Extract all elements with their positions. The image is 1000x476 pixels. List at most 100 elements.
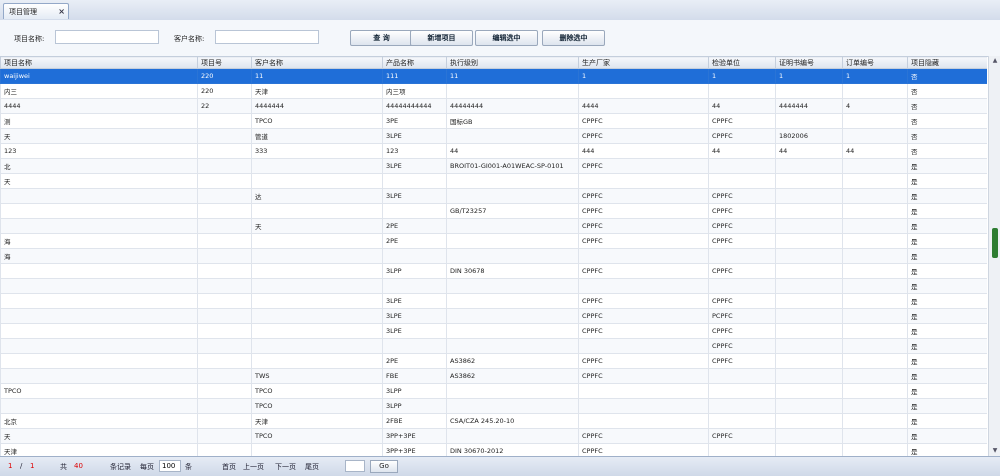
- table-cell: 是: [907, 263, 987, 279]
- table-cell: [842, 383, 908, 399]
- table-cell: [197, 383, 252, 399]
- table-cell: [197, 173, 252, 189]
- table-cell: [842, 323, 908, 339]
- column-header[interactable]: 订单编号: [842, 56, 908, 69]
- vertical-scrollbar[interactable]: ▲ ▼: [988, 56, 1000, 456]
- table-cell: [708, 413, 776, 429]
- table-cell: 2FBE: [382, 413, 447, 429]
- table-cell: [775, 368, 843, 384]
- table-cell: [775, 413, 843, 429]
- table-row[interactable]: CPPFC 是: [0, 338, 987, 354]
- add-project-button[interactable]: 新增项目: [410, 30, 473, 46]
- table-row[interactable]: 测 TPCO 3PE 国标GB CPPFC CPPFC 否: [0, 113, 987, 129]
- table-cell: [197, 368, 252, 384]
- column-header[interactable]: 证明书编号: [775, 56, 843, 69]
- column-header[interactable]: 项目名称: [0, 56, 198, 69]
- jump-page-input[interactable]: [345, 460, 365, 472]
- project-name-input[interactable]: [55, 30, 159, 44]
- table-cell: [775, 293, 843, 309]
- table-row[interactable]: TPCO TPCO 3LPP 是: [0, 383, 987, 399]
- table-cell: 4444: [0, 98, 198, 114]
- last-page-link[interactable]: 尾页: [305, 462, 319, 472]
- table-cell: [446, 308, 579, 324]
- table-row[interactable]: 是: [0, 278, 987, 294]
- table-cell: 111: [382, 68, 447, 84]
- table-cell: [251, 203, 383, 219]
- scroll-thumb[interactable]: [992, 228, 998, 258]
- table-row[interactable]: 海 2PE CPPFC CPPFC 是: [0, 233, 987, 249]
- tab-bar: 项目管理 ×: [0, 0, 1000, 21]
- table-row[interactable]: waijiwei 220 11 111 11 1 1 1 1 否: [0, 68, 987, 84]
- table-cell: [251, 443, 383, 456]
- table-row[interactable]: 天 TPCO 3PP+3PE CPPFC CPPFC 是: [0, 428, 987, 444]
- table-row[interactable]: 123 333 123 44 444 44 44 44 否: [0, 143, 987, 159]
- table-row[interactable]: 天 2PE CPPFC CPPFC 是: [0, 218, 987, 234]
- table-cell: [708, 158, 776, 174]
- table-cell: [708, 368, 776, 384]
- table-cell: 否: [907, 83, 987, 99]
- table-cell: [446, 248, 579, 264]
- table-cell: PCPFC: [708, 308, 776, 324]
- column-header[interactable]: 项目号: [197, 56, 252, 69]
- table-cell: [382, 338, 447, 354]
- tab-project-management[interactable]: 项目管理 ×: [3, 3, 69, 19]
- column-header[interactable]: 检验单位: [708, 56, 776, 69]
- table-cell: [382, 173, 447, 189]
- table-row[interactable]: 天管道 3LPE CPPFC CPPFC 1802006 否: [0, 128, 987, 144]
- table-cell: 天: [0, 128, 198, 144]
- table-row[interactable]: 3LPE CPPFC CPPFC 是: [0, 293, 987, 309]
- table-cell: 123: [0, 143, 198, 159]
- column-header[interactable]: 生产厂家: [578, 56, 709, 69]
- table-cell: 1: [708, 68, 776, 84]
- table-cell: 北京: [0, 413, 198, 429]
- table-cell: 内三: [0, 83, 198, 99]
- table-cell: [775, 323, 843, 339]
- table-row[interactable]: 3LPE CPPFC CPPFC 是: [0, 323, 987, 339]
- column-header[interactable]: 项目隐藏: [907, 56, 987, 69]
- table-cell: [842, 443, 908, 456]
- table-row[interactable]: 3LPP DIN 30678 CPPFC CPPFC 是: [0, 263, 987, 279]
- table-row[interactable]: 达 3LPE CPPFC CPPFC 是: [0, 188, 987, 204]
- table-cell: [578, 173, 709, 189]
- query-button[interactable]: 查 询: [350, 30, 413, 46]
- table-cell: [197, 203, 252, 219]
- table-cell: [197, 128, 252, 144]
- table-cell: 是: [907, 188, 987, 204]
- table-cell: [0, 293, 198, 309]
- table-row[interactable]: 3LPE CPPFC PCPFC 是: [0, 308, 987, 324]
- table-cell: [0, 368, 198, 384]
- table-row[interactable]: 天津 3PP+3PE DIN 30670-2012 CPPFC 是: [0, 443, 987, 456]
- customer-name-input[interactable]: [215, 30, 319, 44]
- table-row[interactable]: GB/T23257 CPPFC CPPFC 是: [0, 203, 987, 219]
- table-row[interactable]: 北京 天津 2FBE CSA/CZA 245.20-10 是: [0, 413, 987, 429]
- next-page-link[interactable]: 下一页: [275, 462, 296, 472]
- edit-selected-button[interactable]: 编辑选中: [475, 30, 538, 46]
- table-row[interactable]: 海是: [0, 248, 987, 264]
- table-cell: [842, 203, 908, 219]
- table-cell: 是: [907, 323, 987, 339]
- first-page-link[interactable]: 首页: [222, 462, 236, 472]
- column-header[interactable]: 客户名称: [251, 56, 383, 69]
- go-button[interactable]: Go: [370, 460, 398, 473]
- table-row[interactable]: 2PE AS3862 CPPFC CPPFC 是: [0, 353, 987, 369]
- scroll-up-icon[interactable]: ▲: [990, 56, 1000, 66]
- delete-selected-button[interactable]: 删除选中: [542, 30, 605, 46]
- table-cell: [578, 383, 709, 399]
- table-cell: 3LPE: [382, 158, 447, 174]
- table-row[interactable]: 北 3LPE BROIT01-GI001-A01WEAC-SP-0101 CPPFC 是: [0, 158, 987, 174]
- column-header[interactable]: 执行级别: [446, 56, 579, 69]
- scroll-down-icon[interactable]: ▼: [990, 446, 1000, 456]
- table-row[interactable]: 4444 22 4444444 44444444444 44444444 4444 44 44…: [0, 98, 987, 114]
- column-header[interactable]: 产品名称: [382, 56, 447, 69]
- close-icon[interactable]: ×: [58, 4, 65, 20]
- tab-title: 项目管理: [9, 8, 37, 16]
- table-cell: [0, 323, 198, 339]
- table-row[interactable]: 天是: [0, 173, 987, 189]
- table-row[interactable]: TPCO 3LPP 是: [0, 398, 987, 414]
- table-row[interactable]: TWS FBE AS3862 CPPFC 是: [0, 368, 987, 384]
- prev-page-link[interactable]: 上一页: [243, 462, 264, 472]
- table-cell: 否: [907, 113, 987, 129]
- per-page-input[interactable]: [159, 460, 181, 472]
- table-cell: [578, 398, 709, 414]
- table-row[interactable]: 内三 220 天津 内三项 否: [0, 83, 987, 99]
